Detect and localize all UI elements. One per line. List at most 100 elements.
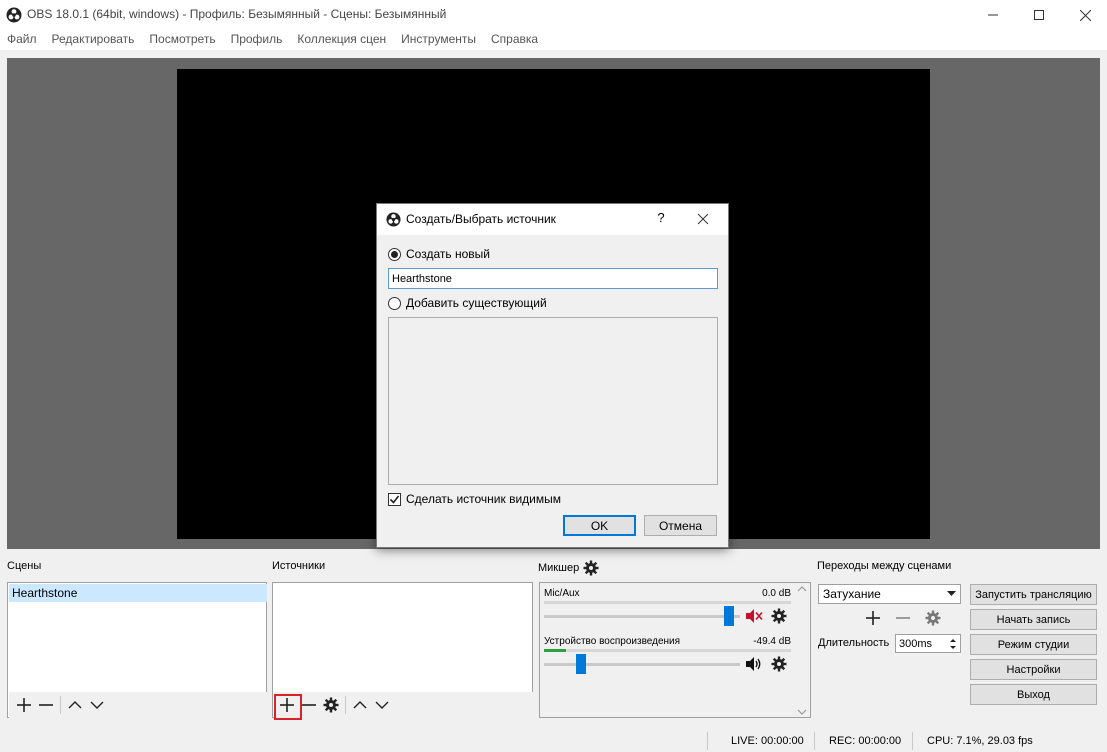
menu-help[interactable]: Справка — [484, 30, 546, 50]
obs-logo-icon — [386, 212, 401, 227]
move-scene-up-button[interactable] — [64, 694, 86, 716]
scenes-toolbar — [9, 692, 267, 718]
studio-mode-button[interactable]: Режим студии — [970, 634, 1097, 655]
menu-view[interactable]: Посмотреть — [142, 30, 223, 50]
transition-properties-button[interactable] — [922, 607, 944, 629]
scroll-up-icon[interactable] — [794, 584, 810, 594]
scene-item[interactable]: Hearthstone — [9, 584, 267, 602]
create-new-radio[interactable]: Создать новый — [388, 247, 490, 261]
duration-spinbox[interactable]: 300ms — [895, 634, 961, 653]
minimize-icon — [988, 14, 998, 16]
help-button[interactable]: ? — [651, 210, 671, 228]
existing-sources-list[interactable] — [388, 317, 718, 485]
scenes-dock-title: Сцены — [7, 560, 42, 572]
chevron-up-icon — [68, 701, 82, 709]
mixer-label: Микшер — [538, 562, 580, 574]
volume-meter — [544, 601, 791, 604]
make-visible-checkbox[interactable]: Сделать источник видимым — [388, 492, 561, 506]
move-scene-down-button[interactable] — [86, 694, 108, 716]
channel-name: Mic/Aux — [544, 588, 580, 599]
source-name-input[interactable] — [388, 268, 718, 289]
ok-button[interactable]: OK — [563, 515, 636, 536]
chevron-up-icon — [353, 701, 367, 709]
sources-toolbar — [274, 692, 533, 720]
add-transition-button[interactable] — [862, 607, 884, 629]
start-streaming-button[interactable]: Запустить трансляцию — [970, 584, 1097, 605]
close-window-button[interactable] — [1062, 0, 1107, 30]
plus-icon — [17, 698, 31, 712]
move-source-down-button[interactable] — [371, 694, 393, 716]
channel-db: 0.0 dB — [762, 588, 791, 599]
mixer-scrollbar[interactable] — [794, 584, 810, 717]
rec-timer: REC: 00:00:00 — [829, 735, 902, 747]
radio-selected-icon — [388, 247, 401, 261]
remove-scene-button[interactable] — [35, 694, 57, 716]
gear-icon — [323, 697, 339, 713]
chevron-down-icon — [375, 701, 389, 709]
obs-logo-icon — [6, 7, 22, 23]
gear-icon[interactable] — [771, 656, 787, 672]
minus-icon — [896, 617, 910, 619]
cpu-fps-readout: CPU: 7.1%, 29.03 fps — [927, 735, 1033, 747]
gear-icon[interactable] — [583, 560, 599, 576]
close-icon — [697, 213, 709, 225]
menu-profile[interactable]: Профиль — [224, 30, 291, 50]
add-existing-radio[interactable]: Добавить существующий — [388, 296, 547, 310]
move-source-up-button[interactable] — [349, 694, 371, 716]
volume-slider-track[interactable] — [544, 615, 740, 618]
source-properties-button[interactable] — [320, 694, 342, 716]
title-bar: OBS 18.0.1 (64bit, windows) - Профиль: Б… — [0, 0, 1107, 30]
close-icon — [1079, 9, 1091, 21]
status-separator — [912, 732, 913, 750]
status-bar: LIVE: 00:00:00 REC: 00:00:00 CPU: 7.1%, … — [0, 729, 1107, 752]
status-separator — [814, 732, 815, 750]
volume-slider-handle[interactable] — [575, 654, 586, 674]
speaker-muted-icon[interactable] — [745, 608, 763, 624]
channel-name: Устройство воспроизведения — [544, 636, 681, 647]
toolbar-separator — [60, 696, 61, 714]
add-existing-label: Добавить существующий — [406, 296, 547, 310]
dropdown-arrow-icon — [947, 591, 956, 596]
minimize-button[interactable] — [970, 0, 1016, 30]
volume-slider-track[interactable] — [544, 663, 740, 666]
remove-transition-button[interactable] — [892, 607, 914, 629]
live-timer: LIVE: 00:00:00 — [731, 735, 804, 747]
audio-mixer: Mic/Aux 0.0 dB Устройство воспроизведени… — [539, 582, 811, 718]
toolbar-separator — [345, 696, 346, 714]
status-separator — [707, 732, 708, 750]
scroll-down-icon[interactable] — [794, 707, 810, 717]
create-new-label: Создать новый — [406, 247, 490, 261]
cancel-button[interactable]: Отмена — [644, 515, 717, 536]
window-title: OBS 18.0.1 (64bit, windows) - Профиль: Б… — [27, 7, 447, 21]
checkmark-icon — [388, 492, 401, 506]
speaker-icon[interactable] — [745, 656, 763, 672]
add-scene-button[interactable] — [13, 694, 35, 716]
plus-icon — [866, 611, 880, 625]
minus-icon — [39, 704, 53, 706]
duration-label: Длительность — [818, 637, 890, 649]
exit-button[interactable]: Выход — [970, 684, 1097, 705]
maximize-button[interactable] — [1016, 0, 1062, 30]
meter-level-fill — [544, 649, 566, 652]
transitions-dock-title: Переходы между сценами — [817, 560, 952, 572]
gear-icon[interactable] — [771, 608, 787, 624]
create-select-source-dialog: Создать/Выбрать источник ? Создать новый… — [376, 203, 729, 548]
spinner-icon[interactable] — [949, 638, 957, 650]
mixer-dock-title: Микшер — [538, 560, 599, 576]
chevron-down-icon — [90, 701, 104, 709]
menu-edit[interactable]: Редактировать — [45, 30, 143, 50]
start-recording-button[interactable]: Начать запись — [970, 609, 1097, 630]
menu-bar: Файл Редактировать Посмотреть Профиль Ко… — [0, 30, 1107, 50]
add-source-button[interactable] — [274, 694, 302, 720]
settings-button[interactable]: Настройки — [970, 659, 1097, 680]
radio-unselected-icon — [388, 296, 401, 310]
dialog-close-button[interactable] — [693, 210, 713, 228]
menu-file[interactable]: Файл — [0, 30, 45, 50]
menu-tools[interactable]: Инструменты — [394, 30, 484, 50]
transition-select[interactable]: Затухание — [818, 584, 961, 604]
dialog-title-bar: Создать/Выбрать источник ? — [377, 204, 728, 235]
volume-slider-handle[interactable] — [724, 606, 735, 626]
scenes-list: Hearthstone — [7, 582, 267, 718]
menu-scene-collection[interactable]: Коллекция сцен — [290, 30, 394, 50]
minus-icon — [302, 704, 316, 706]
